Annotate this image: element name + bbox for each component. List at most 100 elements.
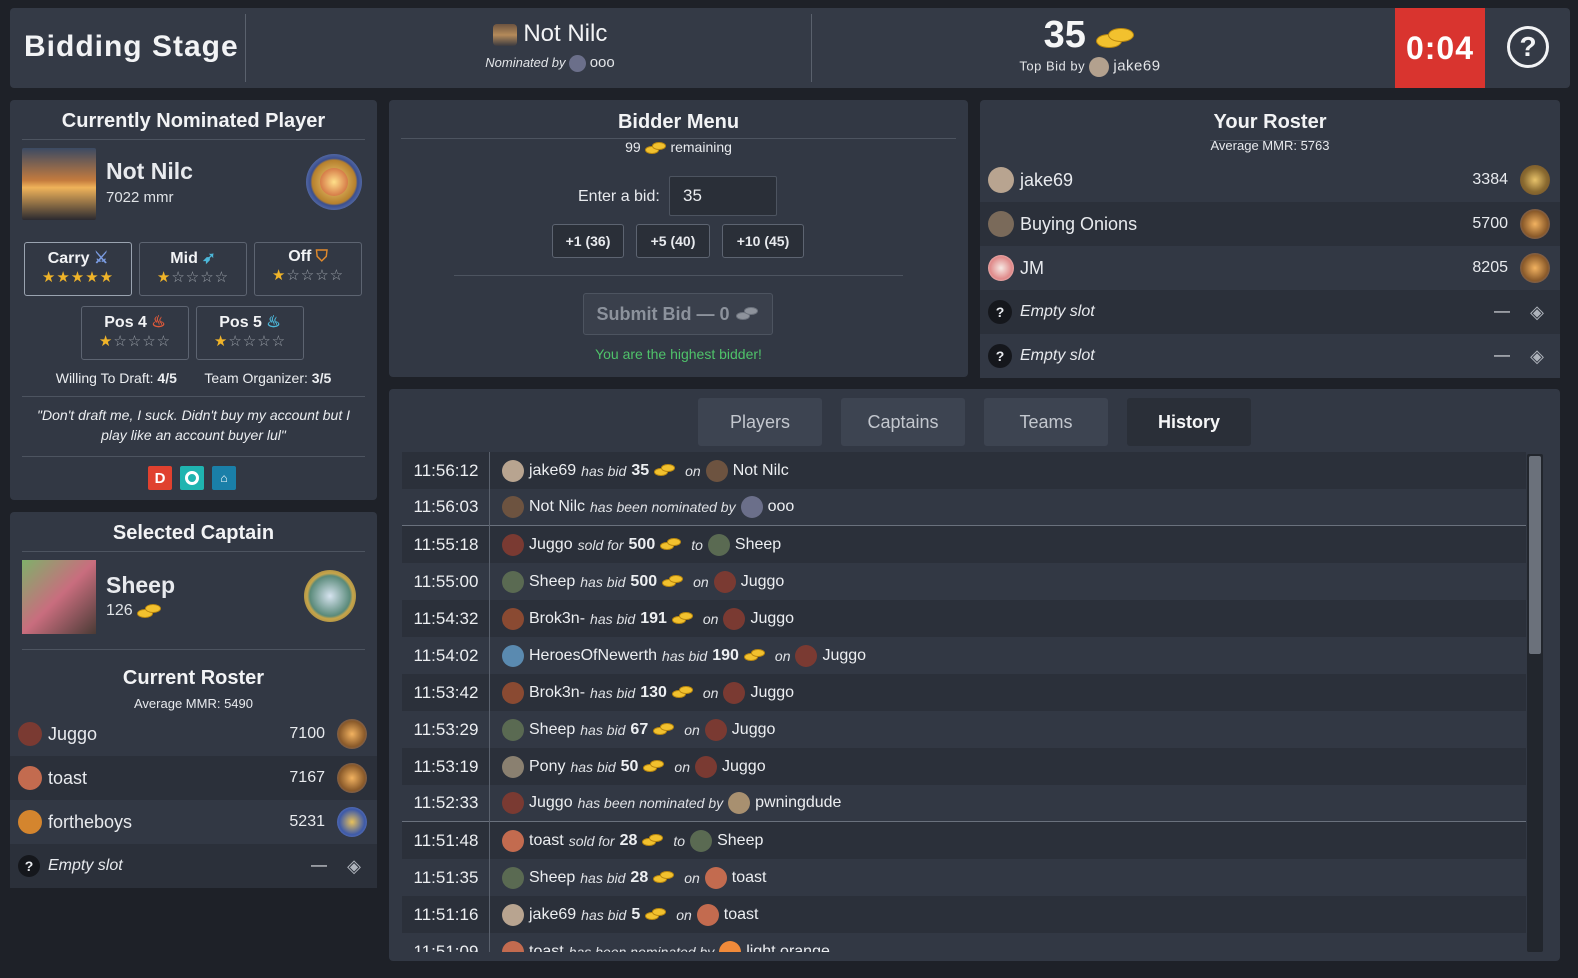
nominated-player-panel: Currently Nominated Player Not Nilc 7022… xyxy=(10,100,377,500)
stratz-icon[interactable]: ⌂ xyxy=(212,466,236,490)
panel-heading: Bidder Menu xyxy=(617,111,740,133)
top-bid-user: jake69 xyxy=(1113,57,1161,75)
history-row: 11:51:16 jake69 has bid 5 on toast xyxy=(402,896,1526,933)
history-time: 11:51:09 xyxy=(413,941,479,953)
history-row: 11:53:19 Pony has bid 50 on Juggo xyxy=(402,748,1526,785)
submit-bid-button[interactable]: Submit Bid — 0 xyxy=(583,293,773,335)
role-mid: Mid ➶ ★☆☆☆☆ xyxy=(139,242,247,296)
coins-icon xyxy=(743,649,766,662)
tab-players[interactable]: Players xyxy=(698,398,822,446)
history-row: 11:54:32 Brok3n-has bid 191 on Juggo xyxy=(402,600,1526,637)
history-prep: on xyxy=(702,610,719,627)
coins-icon xyxy=(653,723,675,736)
captain-coins: 126 xyxy=(106,602,133,619)
bid-input[interactable] xyxy=(669,176,777,216)
coins-icon xyxy=(645,908,667,921)
opendota-icon[interactable] xyxy=(180,466,204,490)
user-avatar-icon xyxy=(569,55,587,73)
player-avatar-icon xyxy=(18,766,42,790)
bidder-menu-panel: Bidder Menu 99 remaining Enter a bid: +1… xyxy=(389,100,968,377)
nominated-summary: Not Nilc Nominated by ooo xyxy=(450,20,650,73)
history-row: 11:56:12 jake69 has bid 35 on Not Nilc xyxy=(402,452,1526,489)
help-icon[interactable]: ? xyxy=(1507,26,1549,68)
history-target: Juggo xyxy=(722,757,766,775)
player-avatar-icon xyxy=(502,681,524,704)
rank-medal-icon xyxy=(300,560,360,632)
coins-icon xyxy=(654,464,676,477)
history-row: 11:52:33 Juggo has been nominated by pwning… xyxy=(402,785,1526,822)
history-actor: jake69 xyxy=(529,905,577,923)
player-avatar-icon xyxy=(988,211,1014,237)
history-prep: on xyxy=(702,684,719,701)
mid-icon: ➶ xyxy=(202,250,216,267)
history-row: 11:51:48 toast sold for 28 to Sheep xyxy=(402,822,1526,859)
dotabuff-icon[interactable]: D xyxy=(148,466,172,490)
roster-row[interactable]: toast 7167 xyxy=(10,756,377,800)
history-amount: 67 xyxy=(630,720,649,738)
role-carry: Carry ⚔ ★★★★★ xyxy=(24,242,132,296)
history-verb: has bid xyxy=(662,647,708,664)
history-target: pwningdude xyxy=(755,794,842,811)
roster-row[interactable]: Juggo 7100 xyxy=(10,712,377,756)
panel-heading: Your Roster xyxy=(1213,111,1327,133)
roster-row[interactable]: Buying Onions 5700 xyxy=(980,202,1560,246)
bid-plus-1-button[interactable]: +1 (36) xyxy=(552,224,624,258)
roster-row-empty[interactable]: ? Empty slot — ◈ xyxy=(10,844,377,888)
coins-icon xyxy=(662,575,684,588)
player-avatar-icon xyxy=(795,644,818,667)
roster-row-empty[interactable]: ? Empty slot — ◈ xyxy=(980,290,1560,334)
bid-plus-10-button[interactable]: +10 (45) xyxy=(722,224,804,258)
your-roster-panel: Your Roster Average MMR: 5763 jake69 338… xyxy=(980,100,1560,378)
player-avatar-icon xyxy=(704,718,727,741)
tab-captains[interactable]: Captains xyxy=(841,398,965,446)
panel-heading: Currently Nominated Player xyxy=(61,110,326,132)
coins-icon xyxy=(735,307,760,321)
player-portrait xyxy=(22,148,96,220)
history-prep: on xyxy=(693,573,709,590)
history-amount: 500 xyxy=(630,572,658,590)
history-time: 11:55:18 xyxy=(413,534,479,554)
roster-row[interactable]: JM 8205 xyxy=(980,246,1560,290)
rank-medal-icon xyxy=(1520,165,1550,195)
top-bid-summary: 35 Top Bid by jake69 xyxy=(1010,14,1170,77)
player-avatar-icon xyxy=(707,533,730,556)
history-verb: has bid xyxy=(581,906,627,923)
coins-icon xyxy=(660,538,682,551)
bid-label: Enter a bid: xyxy=(578,188,660,205)
player-avatar-icon xyxy=(713,570,736,593)
scrollbar-thumb[interactable] xyxy=(1529,456,1541,654)
rank-medal-icon xyxy=(337,719,367,749)
history-prep: to xyxy=(691,536,703,553)
history-target: toast xyxy=(723,905,759,923)
player-avatar-icon xyxy=(502,607,524,630)
shield-icon: ⛉ xyxy=(315,248,328,265)
history-actor: Juggo xyxy=(529,535,573,553)
tab-history[interactable]: History xyxy=(1127,398,1251,446)
scrollbar-track[interactable] xyxy=(1527,454,1543,952)
history-target: Juggo xyxy=(750,683,795,701)
history-amount: 5 xyxy=(631,905,641,923)
roster-row[interactable]: jake69 3384 xyxy=(980,158,1560,202)
top-bar: Bidding Stage Not Nilc Nominated by ooo … xyxy=(10,8,1570,88)
history-time: 11:51:48 xyxy=(413,830,479,850)
captain-roster-list: Juggo 7100 toast 7167 fortheboys 5231 ? … xyxy=(10,712,377,888)
tab-teams[interactable]: Teams xyxy=(984,398,1108,446)
player-avatar-icon xyxy=(502,570,524,593)
history-actor: Not Nilc xyxy=(529,498,586,515)
coins-icon xyxy=(1096,24,1136,50)
player-avatar-icon xyxy=(502,718,524,741)
roster-row-empty[interactable]: ? Empty slot — ◈ xyxy=(980,334,1560,378)
coins-icon xyxy=(644,141,667,155)
role-pos5: Pos 5 ♨ ★☆☆☆☆ xyxy=(196,306,304,360)
uncalibrated-medal-icon: ◈ xyxy=(347,855,361,876)
history-actor: toast xyxy=(529,942,564,953)
history-row: 11:55:00 Sheep has bid 500 on Juggo xyxy=(402,563,1526,600)
nominated-name: Not Nilc xyxy=(523,20,608,47)
roster-row[interactable]: fortheboys 5231 xyxy=(10,800,377,844)
nominated-by-user: ooo xyxy=(589,54,615,71)
bid-plus-5-button[interactable]: +5 (40) xyxy=(636,224,710,258)
roster-heading: Current Roster xyxy=(122,667,265,689)
history-time: 11:53:29 xyxy=(413,719,479,739)
support-icon: ♨ xyxy=(266,314,281,331)
coins-icon xyxy=(671,686,694,699)
